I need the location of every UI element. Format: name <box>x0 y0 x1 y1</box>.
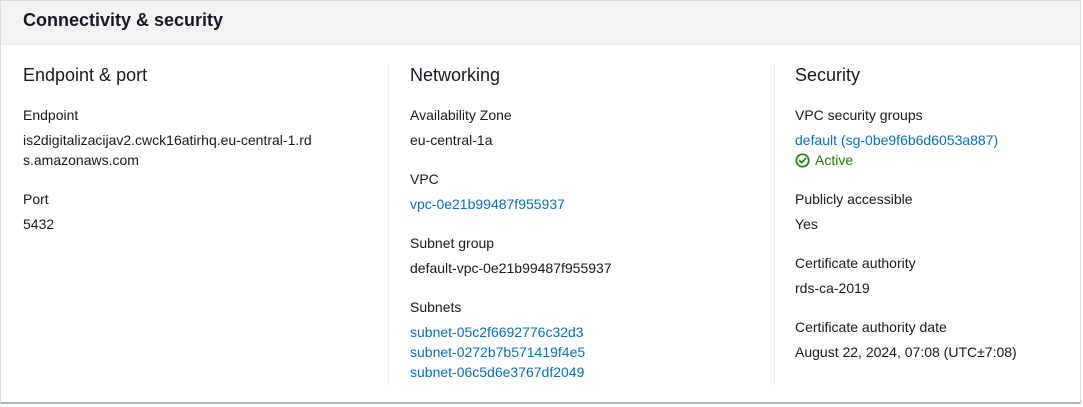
availability-zone-value: eu-central-1a <box>410 132 493 148</box>
security-column: Security VPC security groups default (sg… <box>774 65 1074 385</box>
subnet-group-value: default-vpc-0e21b99487f955937 <box>410 260 612 276</box>
security-heading: Security <box>795 65 861 85</box>
vpc-link[interactable]: vpc-0e21b99487f955937 <box>410 194 774 214</box>
vpc-security-groups-field: VPC security groups default (sg-0be9f6b6… <box>795 105 1074 170</box>
subnets-list: subnet-05c2f6692776c32d3 subnet-0272b7b5… <box>410 322 774 382</box>
certificate-authority-label: Certificate authority <box>795 255 916 271</box>
security-group-link[interactable]: default (sg-0be9f6b6d6053a887) <box>795 130 1074 150</box>
endpoint-field: Endpoint is2digitalizacijav2.cwck16atirh… <box>23 105 388 170</box>
panel-title: Connectivity & security <box>23 10 224 30</box>
publicly-accessible-field: Publicly accessible Yes <box>795 189 1074 234</box>
subnet-group-field: Subnet group default-vpc-0e21b99487f9559… <box>410 233 774 278</box>
availability-zone-field: Availability Zone eu-central-1a <box>410 105 774 150</box>
panel-header: Connectivity & security <box>1 1 1080 45</box>
subnet-group-label: Subnet group <box>410 235 495 251</box>
publicly-accessible-label: Publicly accessible <box>795 191 913 207</box>
check-circle-icon <box>795 152 815 168</box>
subnets-field: Subnets subnet-05c2f6692776c32d3 subnet-… <box>410 297 774 382</box>
endpoint-value: is2digitalizacijav2.cwck16atirhq.eu-cent… <box>23 132 312 168</box>
status-text: Active <box>815 152 854 168</box>
subnet-link[interactable]: subnet-05c2f6692776c32d3 <box>410 322 774 342</box>
networking-heading: Networking <box>410 65 501 85</box>
certificate-authority-field: Certificate authority rds-ca-2019 <box>795 253 1074 298</box>
endpoint-label: Endpoint <box>23 107 79 123</box>
port-value: 5432 <box>23 216 55 232</box>
certificate-authority-date-field: Certificate authority date August 22, 20… <box>795 317 1074 362</box>
port-label: Port <box>23 191 49 207</box>
port-field: Port 5432 <box>23 189 388 234</box>
vpc-security-groups-label: VPC security groups <box>795 107 923 123</box>
subnets-label: Subnets <box>410 299 462 315</box>
certificate-authority-date-value: August 22, 2024, 07:08 (UTC±7:08) <box>795 344 1017 360</box>
vpc-label: VPC <box>410 171 439 187</box>
connectivity-security-panel: Connectivity & security Endpoint & port … <box>0 0 1081 404</box>
endpoint-port-heading: Endpoint & port <box>23 65 148 85</box>
endpoint-port-column: Endpoint & port Endpoint is2digitalizaci… <box>23 65 388 385</box>
subnet-link[interactable]: subnet-06c5d6e3767df2049 <box>410 362 774 382</box>
publicly-accessible-value: Yes <box>795 216 818 232</box>
availability-zone-label: Availability Zone <box>410 107 512 123</box>
networking-column: Networking Availability Zone eu-central-… <box>388 65 774 385</box>
security-group-status: Active <box>795 150 1074 170</box>
vpc-field: VPC vpc-0e21b99487f955937 <box>410 169 774 214</box>
certificate-authority-date-label: Certificate authority date <box>795 319 947 335</box>
panel-columns: Endpoint & port Endpoint is2digitalizaci… <box>1 65 1082 385</box>
subnet-link[interactable]: subnet-0272b7b571419f4e5 <box>410 342 774 362</box>
certificate-authority-value: rds-ca-2019 <box>795 280 870 296</box>
